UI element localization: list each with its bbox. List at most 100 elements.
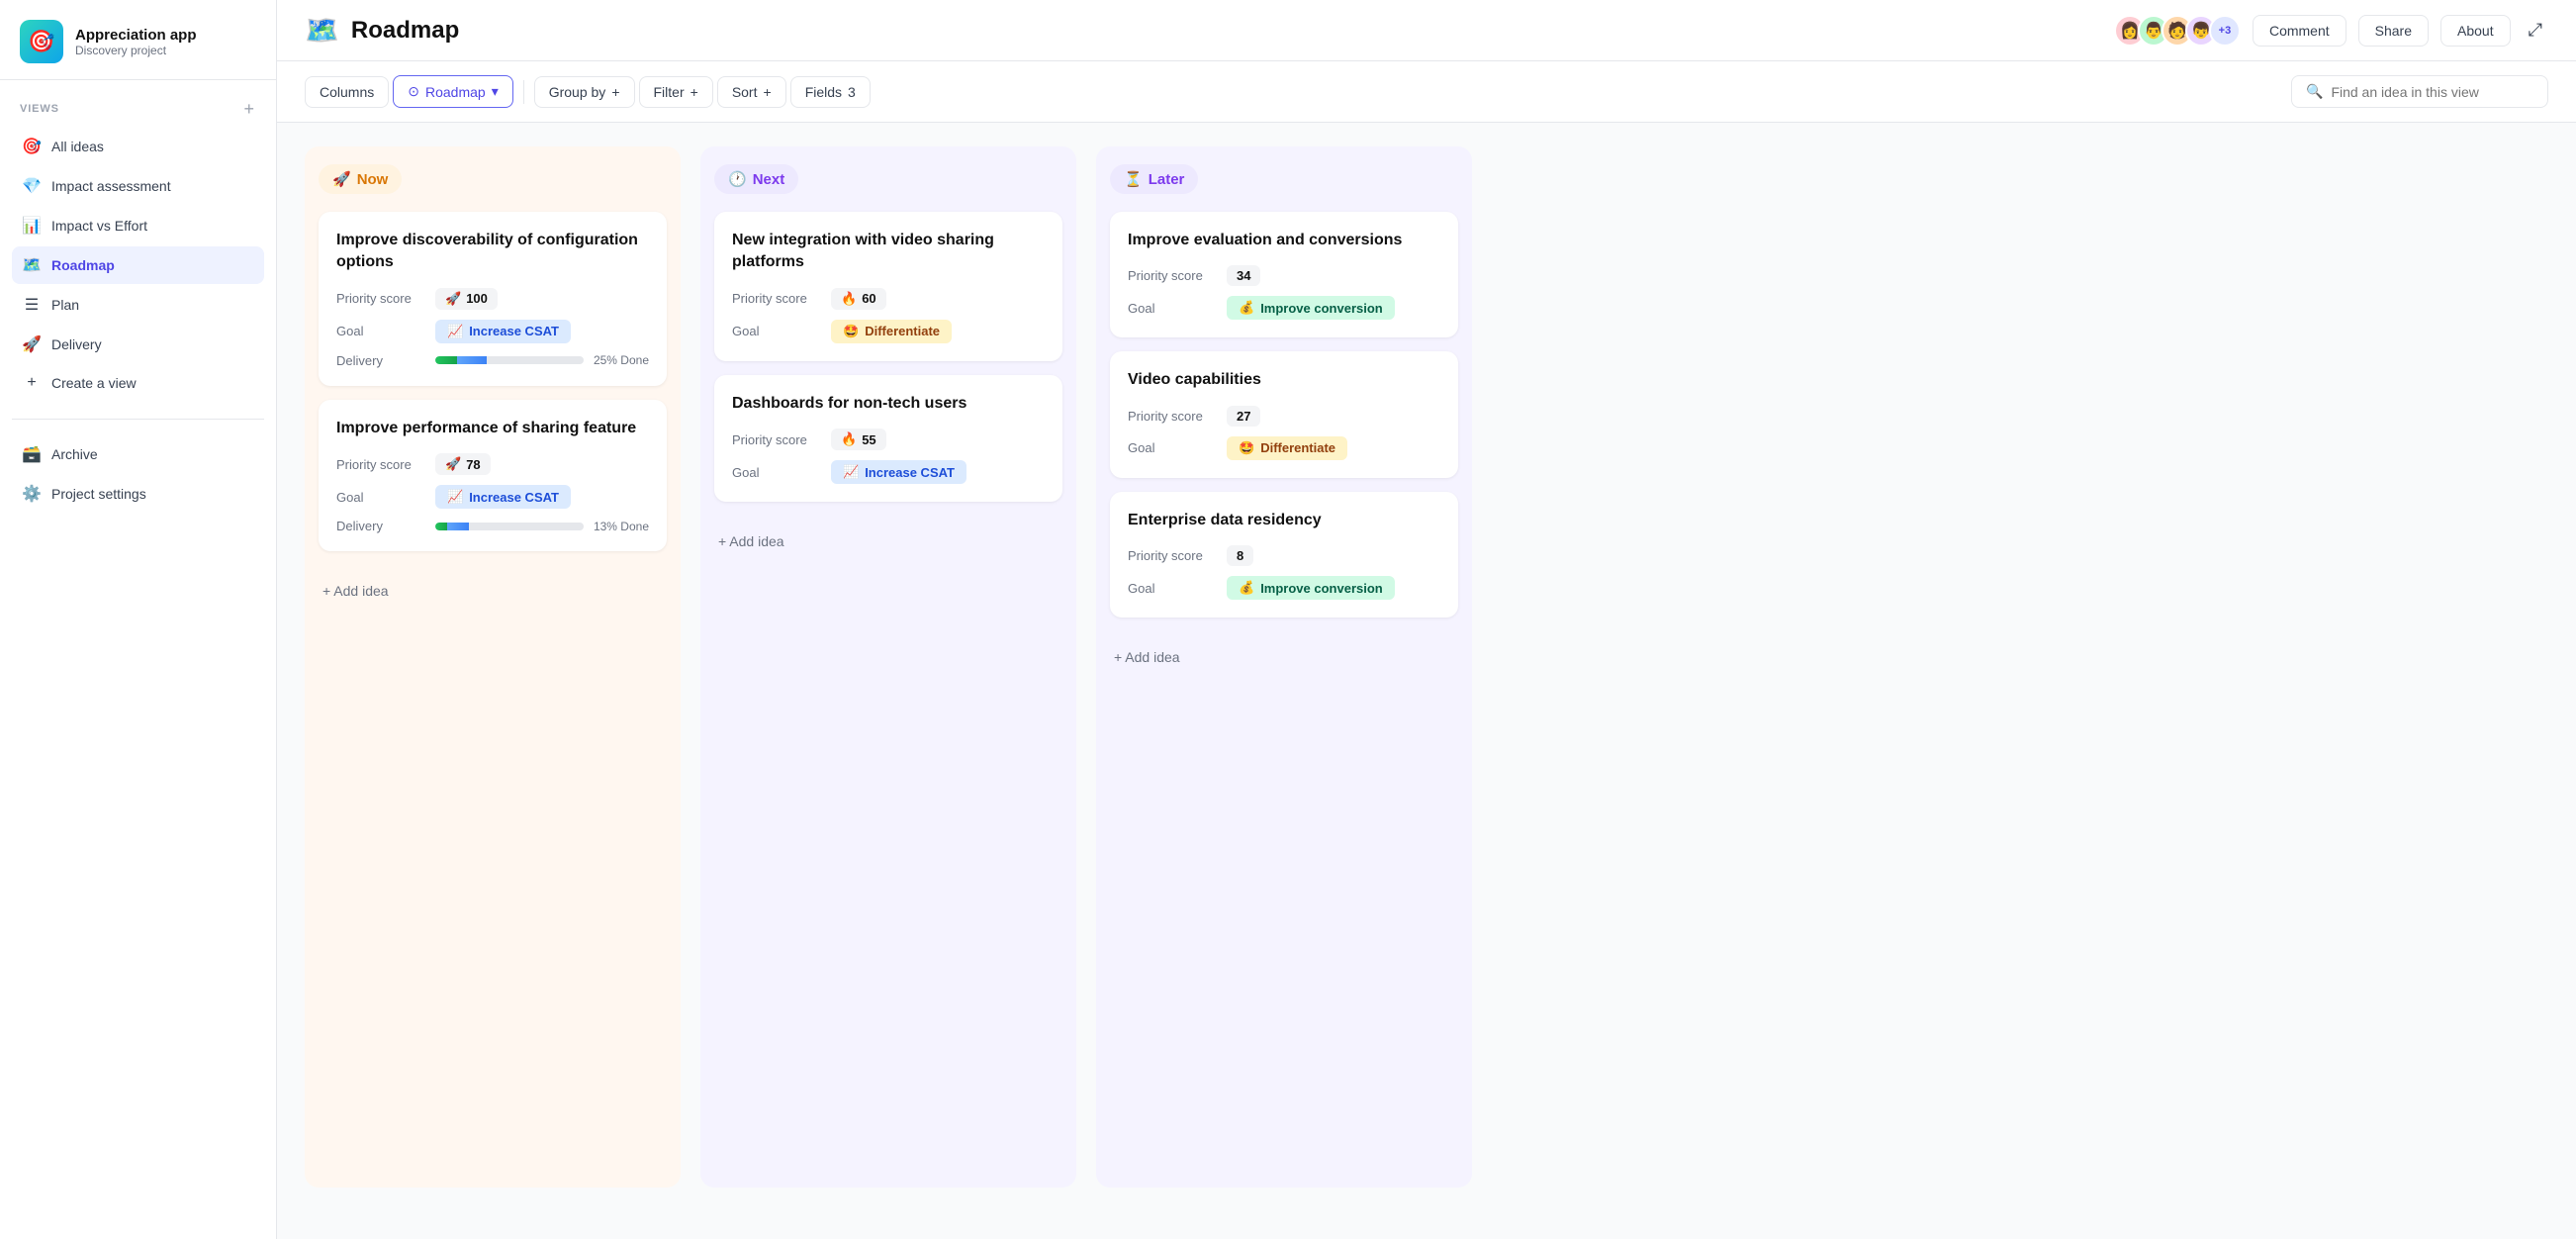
goal-text: Improve conversion [1260,581,1383,596]
add-idea-next[interactable]: + Add idea [714,524,1062,559]
progress-track [435,523,584,530]
columns-button[interactable]: Columns [305,76,389,108]
priority-value: 100 [466,291,488,306]
fields-button[interactable]: Fields 3 [790,76,871,108]
roadmap-label: Roadmap [425,84,486,100]
roadmap-icon: 🗺️ [22,255,42,275]
sort-label: Sort [732,84,758,100]
priority-value: 34 [1237,268,1250,283]
sidebar-item-impact-assessment[interactable]: 💎 Impact assessment [12,167,264,205]
priority-value: 8 [1237,548,1243,563]
filter-plus-icon: + [690,84,698,100]
goal-row: Goal 💰 Improve conversion [1128,296,1440,320]
delivery-icon: 🚀 [22,334,42,354]
sidebar-item-plan[interactable]: ☰ Plan [12,286,264,324]
goal-text: Differentiate [865,324,940,338]
card-improve-discoverability[interactable]: Improve discoverability of configuration… [319,212,667,386]
search-input[interactable] [2331,84,2533,100]
roadmap-selector[interactable]: ⊙ Roadmap ▾ [393,75,512,108]
sidebar-item-all-ideas[interactable]: 🎯 All ideas [12,128,264,165]
sidebar-item-impact-vs-effort[interactable]: 📊 Impact vs Effort [12,207,264,244]
toolbar-search: 🔍 [2291,75,2548,108]
card-video-capabilities[interactable]: Video capabilities Priority score 27 Goa… [1110,351,1458,477]
toolbar: Columns ⊙ Roadmap ▾ Group by + Filter + … [277,61,2576,123]
search-icon: 🔍 [2306,83,2323,100]
priority-icon: 🔥 [841,431,857,447]
avatar-extra-count: +3 [2209,15,2241,47]
priority-value: 55 [862,432,875,447]
card-title: New integration with video sharing platf… [732,230,1045,274]
column-later-header: ⏳ Later [1110,164,1458,194]
sort-plus-icon: + [764,84,772,100]
goal-row: Goal 💰 Improve conversion [1128,576,1440,600]
later-icon: ⏳ [1124,170,1143,188]
priority-value: 60 [862,291,875,306]
card-improve-sharing[interactable]: Improve performance of sharing feature P… [319,400,667,551]
column-later: ⏳ Later Improve evaluation and conversio… [1096,146,1472,1188]
goal-label: Goal [1128,581,1217,596]
goal-badge: 📈 Increase CSAT [831,460,966,484]
next-icon: 🕐 [728,170,747,188]
columns-label: Columns [320,84,374,100]
sidebar-item-archive[interactable]: 🗃️ Archive [12,435,264,473]
card-dashboards[interactable]: Dashboards for non-tech users Priority s… [714,375,1062,502]
comment-button[interactable]: Comment [2253,15,2346,47]
priority-row: Priority score 34 [1128,265,1440,286]
card-improve-evaluation[interactable]: Improve evaluation and conversions Prior… [1110,212,1458,337]
card-enterprise-residency[interactable]: Enterprise data residency Priority score… [1110,492,1458,618]
progress-green [435,523,447,530]
sidebar-item-label: All ideas [51,139,104,154]
share-button[interactable]: Share [2358,15,2429,47]
expand-button[interactable]: ⤢ [2523,14,2548,47]
later-label: Later [1149,171,1185,188]
goal-badge: 🤩 Differentiate [831,320,952,343]
goal-text: Improve conversion [1260,301,1383,316]
add-idea-later[interactable]: + Add idea [1110,639,1458,675]
card-video-integration[interactable]: New integration with video sharing platf… [714,212,1062,361]
priority-label: Priority score [732,432,821,447]
sidebar-item-project-settings[interactable]: ⚙️ Project settings [12,475,264,513]
sidebar-item-roadmap[interactable]: 🗺️ Roadmap [12,246,264,284]
about-button[interactable]: About [2440,15,2511,47]
goal-text: Increase CSAT [469,324,559,338]
priority-score-badge: 🔥 60 [831,288,886,310]
card-title: Enterprise data residency [1128,510,1440,531]
main-content: 🗺️ Roadmap 👩 👨 🧑 👦 +3 Comment Share Abou… [277,0,2576,1239]
now-label: Now [357,171,389,188]
goal-label: Goal [1128,301,1217,316]
sidebar-item-label: Impact assessment [51,178,171,194]
goal-label: Goal [732,324,821,338]
add-view-button[interactable]: + [241,100,256,118]
add-idea-now[interactable]: + Add idea [319,573,667,609]
goal-badge: 💰 Improve conversion [1227,296,1395,320]
delivery-label: Delivery [336,519,425,533]
delivery-row: Delivery 13% Done [336,519,649,533]
sidebar-item-label: Impact vs Effort [51,218,147,234]
priority-label: Priority score [1128,548,1217,563]
goal-row: Goal 🤩 Differentiate [732,320,1045,343]
sidebar-item-label: Delivery [51,336,102,352]
progress-track [435,356,584,364]
goal-label: Goal [336,324,425,338]
search-box: 🔍 [2291,75,2548,108]
toolbar-separator-1 [523,80,524,104]
priority-row: Priority score 🔥 60 [732,288,1045,310]
goal-badge: 💰 Improve conversion [1227,576,1395,600]
priority-row: Priority score 🚀 78 [336,453,649,475]
sidebar-item-label: Plan [51,297,79,313]
sort-button[interactable]: Sort + [717,76,786,108]
all-ideas-icon: 🎯 [22,137,42,156]
sidebar-item-delivery[interactable]: 🚀 Delivery [12,326,264,363]
priority-row: Priority score 🚀 100 [336,288,649,310]
create-view-button[interactable]: + Create a view [12,365,264,401]
fields-label: Fields [805,84,842,100]
roadmap-chevron-icon: ▾ [492,83,499,100]
filter-button[interactable]: Filter + [639,76,713,108]
priority-score-badge: 🔥 55 [831,429,886,450]
priority-label: Priority score [1128,409,1217,424]
roadmap-circle-icon: ⊙ [408,83,419,100]
card-title: Improve performance of sharing feature [336,418,649,439]
goal-row: Goal 📈 Increase CSAT [732,460,1045,484]
priority-icon: 🚀 [445,291,461,307]
group-by-button[interactable]: Group by + [534,76,635,108]
